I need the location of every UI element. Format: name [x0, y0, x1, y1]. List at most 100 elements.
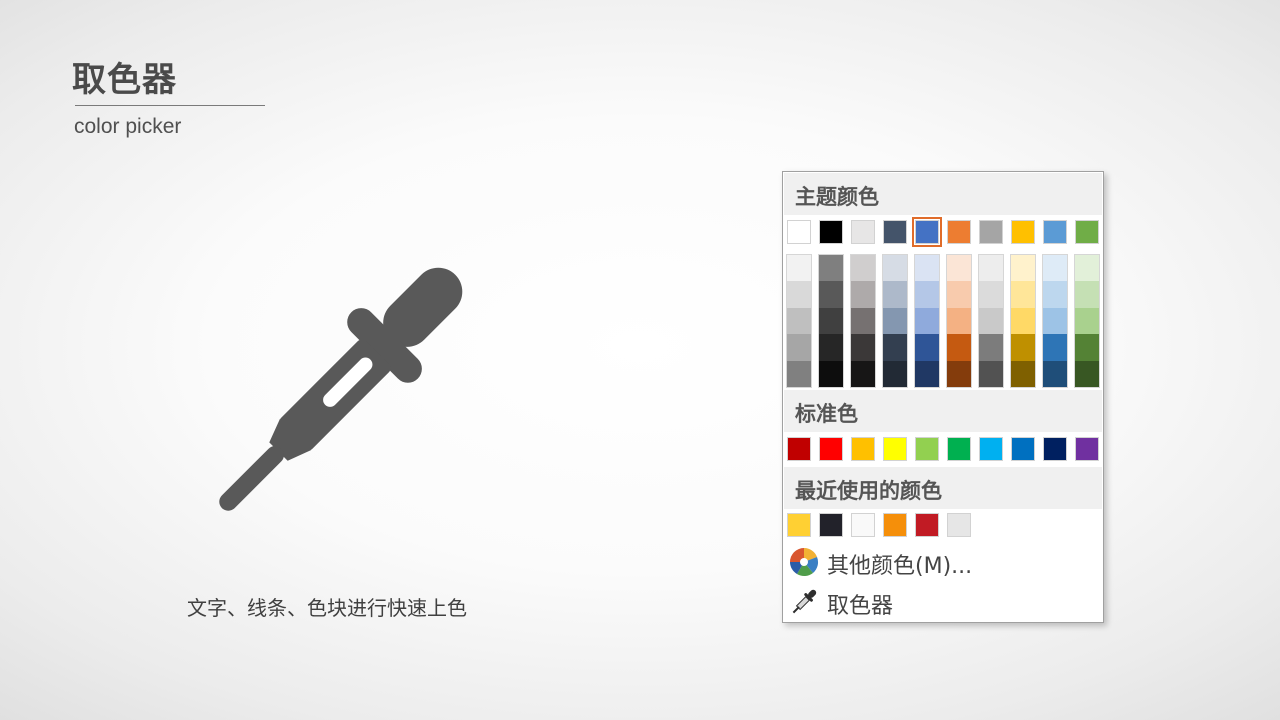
recent-color-swatch[interactable]: [883, 513, 907, 537]
theme-shade-column: [1074, 254, 1100, 388]
theme-shade-swatch[interactable]: [1043, 281, 1067, 308]
theme-shade-column: [946, 254, 972, 388]
theme-color-swatch[interactable]: [851, 220, 875, 244]
theme-shade-swatch[interactable]: [915, 255, 939, 282]
standard-color-swatch[interactable]: [819, 437, 843, 461]
recent-color-swatch[interactable]: [947, 513, 971, 537]
color-wheel-icon: [790, 548, 819, 577]
theme-shade-swatch[interactable]: [1075, 334, 1099, 361]
theme-shade-swatch[interactable]: [787, 360, 811, 387]
standard-color-swatch[interactable]: [1011, 437, 1035, 461]
eyedropper-icon: [792, 589, 817, 614]
slide-title: 取色器: [72, 60, 177, 100]
theme-colors-header-label: 主题颜色: [795, 185, 879, 209]
theme-shade-swatch[interactable]: [947, 307, 971, 335]
title-divider: [75, 105, 265, 106]
theme-shade-column: [914, 254, 940, 388]
theme-shade-swatch[interactable]: [883, 307, 907, 335]
theme-shade-swatch[interactable]: [883, 281, 907, 308]
theme-shade-swatch[interactable]: [787, 334, 811, 361]
standard-colors-header: 标准色: [784, 390, 1102, 432]
theme-shade-column: [1042, 254, 1068, 388]
eyedropper-menu-item[interactable]: 取色器: [784, 583, 1102, 621]
recent-color-swatch[interactable]: [819, 513, 843, 537]
theme-shade-swatch[interactable]: [787, 281, 811, 308]
theme-color-swatch[interactable]: [979, 220, 1003, 244]
theme-shade-swatch[interactable]: [1043, 334, 1067, 361]
theme-color-swatch[interactable]: [1075, 220, 1099, 244]
theme-shade-swatch[interactable]: [979, 334, 1003, 361]
theme-shade-swatch[interactable]: [1043, 307, 1067, 335]
theme-shade-swatch[interactable]: [883, 334, 907, 361]
theme-shade-column: [882, 254, 908, 388]
theme-shade-swatch[interactable]: [915, 307, 939, 335]
theme-shade-swatch[interactable]: [1011, 360, 1035, 387]
theme-shade-swatch[interactable]: [1075, 255, 1099, 282]
theme-shade-column: [978, 254, 1004, 388]
theme-shade-swatch[interactable]: [1075, 307, 1099, 335]
theme-color-swatch[interactable]: [883, 220, 907, 244]
theme-shade-swatch[interactable]: [947, 334, 971, 361]
standard-color-swatch[interactable]: [787, 437, 811, 461]
recent-colors-header-label: 最近使用的颜色: [795, 479, 942, 503]
eyedropper-icon: [219, 267, 463, 511]
more-colors-menu-item[interactable]: 其他颜色(M)...: [784, 543, 1102, 581]
theme-shade-swatch[interactable]: [819, 255, 843, 282]
theme-color-swatch[interactable]: [819, 220, 843, 244]
theme-shade-swatch[interactable]: [979, 255, 1003, 282]
theme-color-swatch[interactable]: [787, 220, 811, 244]
theme-shade-swatch[interactable]: [979, 281, 1003, 308]
standard-color-swatch[interactable]: [883, 437, 907, 461]
theme-shade-swatch[interactable]: [915, 360, 939, 387]
theme-shade-swatch[interactable]: [819, 334, 843, 361]
standard-color-swatch[interactable]: [1075, 437, 1099, 461]
theme-shade-swatch[interactable]: [1043, 255, 1067, 282]
theme-shade-swatch[interactable]: [915, 281, 939, 308]
recent-color-swatch[interactable]: [787, 513, 811, 537]
theme-shade-swatch[interactable]: [787, 307, 811, 335]
standard-color-swatch[interactable]: [851, 437, 875, 461]
theme-color-swatch[interactable]: [1011, 220, 1035, 244]
theme-shade-swatch[interactable]: [851, 255, 875, 282]
recent-color-swatch[interactable]: [851, 513, 875, 537]
theme-shade-swatch[interactable]: [819, 360, 843, 387]
theme-shade-swatch[interactable]: [947, 281, 971, 308]
theme-shade-swatch[interactable]: [819, 281, 843, 308]
theme-color-swatch[interactable]: [1043, 220, 1067, 244]
theme-shade-swatch[interactable]: [1011, 255, 1035, 282]
color-picker-menu: 主题颜色 标准色 最近使用的颜色 其他颜色(M)... 取色器: [782, 171, 1104, 623]
theme-color-swatch[interactable]: [912, 217, 942, 247]
theme-shade-swatch[interactable]: [947, 255, 971, 282]
theme-shade-swatch[interactable]: [1011, 281, 1035, 308]
theme-shade-swatch[interactable]: [1075, 281, 1099, 308]
theme-shade-swatch[interactable]: [883, 360, 907, 387]
eyedropper-label: 取色器: [827, 594, 894, 619]
theme-shade-column: [786, 254, 812, 388]
theme-shade-swatch[interactable]: [1043, 360, 1067, 387]
theme-color-swatch[interactable]: [947, 220, 971, 244]
standard-color-swatch[interactable]: [915, 437, 939, 461]
more-colors-label: 其他颜色(M)...: [827, 554, 973, 579]
theme-shade-swatch[interactable]: [851, 307, 875, 335]
theme-shade-swatch[interactable]: [1011, 307, 1035, 335]
theme-shade-swatch[interactable]: [1011, 334, 1035, 361]
theme-shade-column: [818, 254, 844, 388]
slide-subtitle: color picker: [74, 115, 182, 138]
standard-color-swatch[interactable]: [947, 437, 971, 461]
theme-shade-swatch[interactable]: [851, 360, 875, 387]
theme-shade-swatch[interactable]: [1075, 360, 1099, 387]
theme-shade-swatch[interactable]: [979, 307, 1003, 335]
theme-shade-swatch[interactable]: [947, 360, 971, 387]
theme-shade-swatch[interactable]: [915, 334, 939, 361]
theme-shade-swatch[interactable]: [851, 334, 875, 361]
theme-shade-swatch[interactable]: [819, 307, 843, 335]
recent-color-swatch[interactable]: [915, 513, 939, 537]
theme-shade-swatch[interactable]: [851, 281, 875, 308]
theme-shade-swatch[interactable]: [979, 360, 1003, 387]
standard-color-swatch[interactable]: [979, 437, 1003, 461]
theme-colors-header: 主题颜色: [784, 173, 1102, 215]
theme-shade-swatch[interactable]: [787, 255, 811, 282]
standard-color-swatch[interactable]: [1043, 437, 1067, 461]
theme-shade-swatch[interactable]: [883, 255, 907, 282]
standard-colors-header-label: 标准色: [795, 402, 858, 426]
